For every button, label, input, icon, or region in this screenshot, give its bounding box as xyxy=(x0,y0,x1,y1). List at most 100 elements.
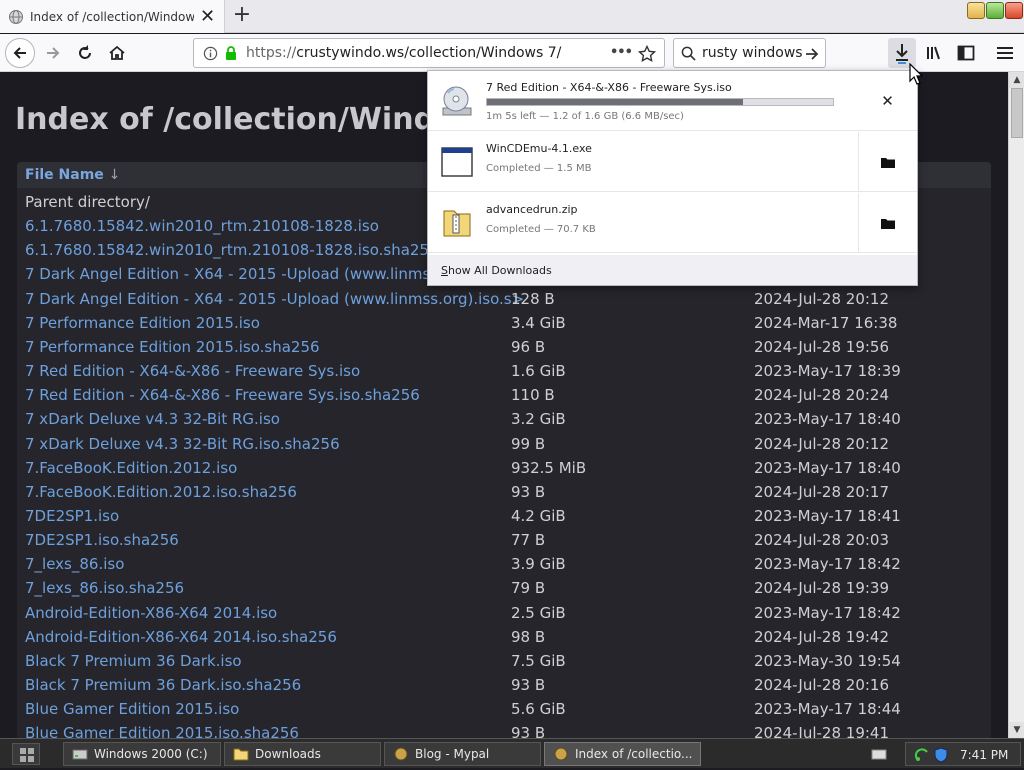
file-size: 1.6 GiB xyxy=(511,362,566,381)
downloads-panel: 7 Red Edition - X64-&-X86 - Freeware Sys… xyxy=(427,70,918,286)
download-filename: advancedrun.zip xyxy=(486,203,578,216)
scroll-up-arrow-icon[interactable]: ▲ xyxy=(1009,72,1024,88)
column-header-file-name[interactable]: File Name ↓ xyxy=(25,167,120,183)
keyboard-icon[interactable] xyxy=(871,747,887,761)
table-row: 7_lexs_86.iso.sha256 79 B 2024-Jul-28 19:3… xyxy=(17,576,991,600)
file-size: 3.4 GiB xyxy=(511,313,566,332)
file-size: 110 B xyxy=(511,386,555,405)
file-size: 5.6 GiB xyxy=(511,700,566,719)
search-input[interactable]: rusty windows xyxy=(702,45,803,61)
file-link[interactable]: 7_lexs_86.iso xyxy=(25,555,124,573)
taskbar-item-active[interactable]: Index of /collectio... xyxy=(544,742,701,766)
download-item[interactable]: advancedrun.zip Completed — 70.7 KB xyxy=(428,193,917,253)
file-link[interactable]: Android-Edition-X86-X64 2014.iso xyxy=(25,604,277,622)
file-link[interactable]: 7 Performance Edition 2015.iso.sha256 xyxy=(25,338,320,356)
download-status: Completed — 70.7 KB xyxy=(486,224,596,235)
file-link[interactable]: 7 Performance Edition 2015.iso xyxy=(25,314,260,332)
scroll-thumb[interactable] xyxy=(1011,88,1023,138)
file-link[interactable]: 6.1.7680.15842.win2010_rtm.210108-1828.i… xyxy=(25,217,379,235)
open-folder-button[interactable] xyxy=(858,193,917,253)
file-link[interactable]: 7 xDark Deluxe v4.3 32-Bit RG.iso.sha256 xyxy=(25,435,340,453)
table-row: Android-Edition-X86-X64 2014.iso 2.5 GiB 2… xyxy=(17,601,991,625)
maximize-window-button[interactable] xyxy=(986,2,1004,19)
download-status: 1m 5s left — 1.2 of 1.6 GB (6.6 MB/sec) xyxy=(486,111,684,122)
file-link[interactable]: 6.1.7680.15842.win2010_rtm.210108-1828.i… xyxy=(25,241,439,259)
table-row: Black 7 Premium 36 Dark.iso.sha256 93 B 20… xyxy=(17,673,991,697)
file-size: 128 B xyxy=(511,289,555,308)
page-actions-icon[interactable]: ••• xyxy=(610,45,633,60)
mouse-cursor-icon xyxy=(909,63,923,85)
url-bar[interactable]: https://crustywindo.ws/collection/Window… xyxy=(193,38,665,68)
taskbar-clock[interactable]: 7:41 PM xyxy=(960,748,1008,762)
downloads-footer: Show All Downloads xyxy=(428,255,917,285)
info-icon[interactable] xyxy=(203,46,218,61)
home-button[interactable] xyxy=(102,38,132,68)
forward-button[interactable] xyxy=(38,38,68,68)
file-link[interactable]: Android-Edition-X86-X64 2014.iso.sha256 xyxy=(25,628,337,646)
file-date: 2024-Jul-28 20:12 xyxy=(754,289,890,308)
table-row: 7.FaceBooK.Edition.2012.iso 932.5 MiB 2023… xyxy=(17,456,991,480)
file-date: 2023-May-17 18:39 xyxy=(754,362,901,381)
close-tab-icon[interactable]: ✕ xyxy=(200,7,215,25)
network-icon[interactable] xyxy=(914,747,930,763)
minimize-window-button[interactable] xyxy=(967,2,985,19)
show-all-downloads-button[interactable]: Show All Downloads xyxy=(441,264,552,277)
folder-icon xyxy=(233,748,249,761)
search-bar[interactable]: rusty windows xyxy=(673,38,826,68)
lock-icon xyxy=(226,46,236,60)
drive-icon xyxy=(72,749,88,760)
file-date: 2023-May-17 18:44 xyxy=(754,700,901,719)
file-link[interactable]: 7 xDark Deluxe v4.3 32-Bit RG.iso xyxy=(25,410,280,428)
file-date: 2023-May-17 18:40 xyxy=(754,410,901,429)
page-scrollbar[interactable]: ▲ ▼ xyxy=(1008,72,1024,738)
menu-button[interactable] xyxy=(991,38,1019,68)
library-button[interactable] xyxy=(920,38,948,68)
file-link[interactable]: 7DE2SP1.iso xyxy=(25,507,119,525)
back-button[interactable] xyxy=(5,38,35,68)
file-link[interactable]: Black 7 Premium 36 Dark.iso.sha256 xyxy=(25,676,301,694)
download-item[interactable]: WinCDEmu-4.1.exe Completed — 1.5 MB xyxy=(428,132,917,192)
file-date: 2024-Jul-28 19:42 xyxy=(754,627,890,646)
tab-active[interactable]: Index of /collection/Windows 7/ ✕ xyxy=(0,0,225,33)
file-link[interactable]: 7.FaceBooK.Edition.2012.iso xyxy=(25,459,237,477)
file-link[interactable]: 7DE2SP1.iso.sha256 xyxy=(25,531,179,549)
arrow-right-icon xyxy=(47,47,60,59)
file-link[interactable]: Black 7 Premium 36 Dark.iso xyxy=(25,652,242,670)
file-link[interactable]: 7.FaceBooK.Edition.2012.iso.sha256 xyxy=(25,483,297,501)
file-size: 4.2 GiB xyxy=(511,506,566,525)
parent-directory-link[interactable]: Parent directory/ xyxy=(25,193,150,211)
sort-arrow-icon: ↓ xyxy=(108,167,121,183)
taskbar-item[interactable]: Windows 2000 (C:) xyxy=(63,742,221,766)
file-size: 2.5 GiB xyxy=(511,603,566,622)
search-go-arrow-icon[interactable] xyxy=(804,46,820,62)
file-link[interactable]: 7_lexs_86.iso.sha256 xyxy=(25,579,184,597)
scroll-down-arrow-icon[interactable]: ▼ xyxy=(1009,722,1024,738)
file-link[interactable]: 7 Dark Angel Edition - X64 - 2015 -Uploa… xyxy=(25,290,524,308)
taskbar-item[interactable]: Blog - Mypal xyxy=(384,742,541,766)
browser-icon xyxy=(554,747,568,761)
file-link[interactable]: 7 Red Edition - X64-&-X86 - Freeware Sys… xyxy=(25,362,360,380)
file-date: 2024-Jul-28 20:16 xyxy=(754,676,890,694)
reload-button[interactable] xyxy=(70,38,100,68)
bookmark-star-icon[interactable] xyxy=(638,45,656,63)
new-tab-button[interactable]: + xyxy=(229,3,255,29)
download-progress-fill xyxy=(487,99,744,105)
file-size: 93 B xyxy=(511,724,546,738)
globe-icon xyxy=(9,9,23,24)
start-button[interactable] xyxy=(12,743,40,765)
sidebar-toggle-button[interactable] xyxy=(952,38,980,68)
file-link[interactable]: Blue Gamer Edition 2015.iso.sha256 xyxy=(25,724,299,738)
file-size: 96 B xyxy=(511,337,546,356)
taskbar-item[interactable]: Downloads xyxy=(224,742,381,766)
download-item[interactable]: 7 Red Edition - X64-&-X86 - Freeware Sys… xyxy=(428,71,917,131)
file-size: 93 B xyxy=(511,676,546,694)
security-shield-icon[interactable] xyxy=(934,747,948,763)
file-link[interactable]: Blue Gamer Edition 2015.iso xyxy=(25,700,239,718)
file-size: 3.9 GiB xyxy=(511,555,566,574)
file-link[interactable]: 7 Red Edition - X64-&-X86 - Freeware Sys… xyxy=(25,386,420,404)
open-folder-button[interactable] xyxy=(858,132,917,192)
url-scheme: https:// xyxy=(246,45,297,61)
browser-icon xyxy=(394,747,408,761)
file-size: 932.5 MiB xyxy=(511,458,587,477)
close-window-button[interactable] xyxy=(1005,2,1023,19)
